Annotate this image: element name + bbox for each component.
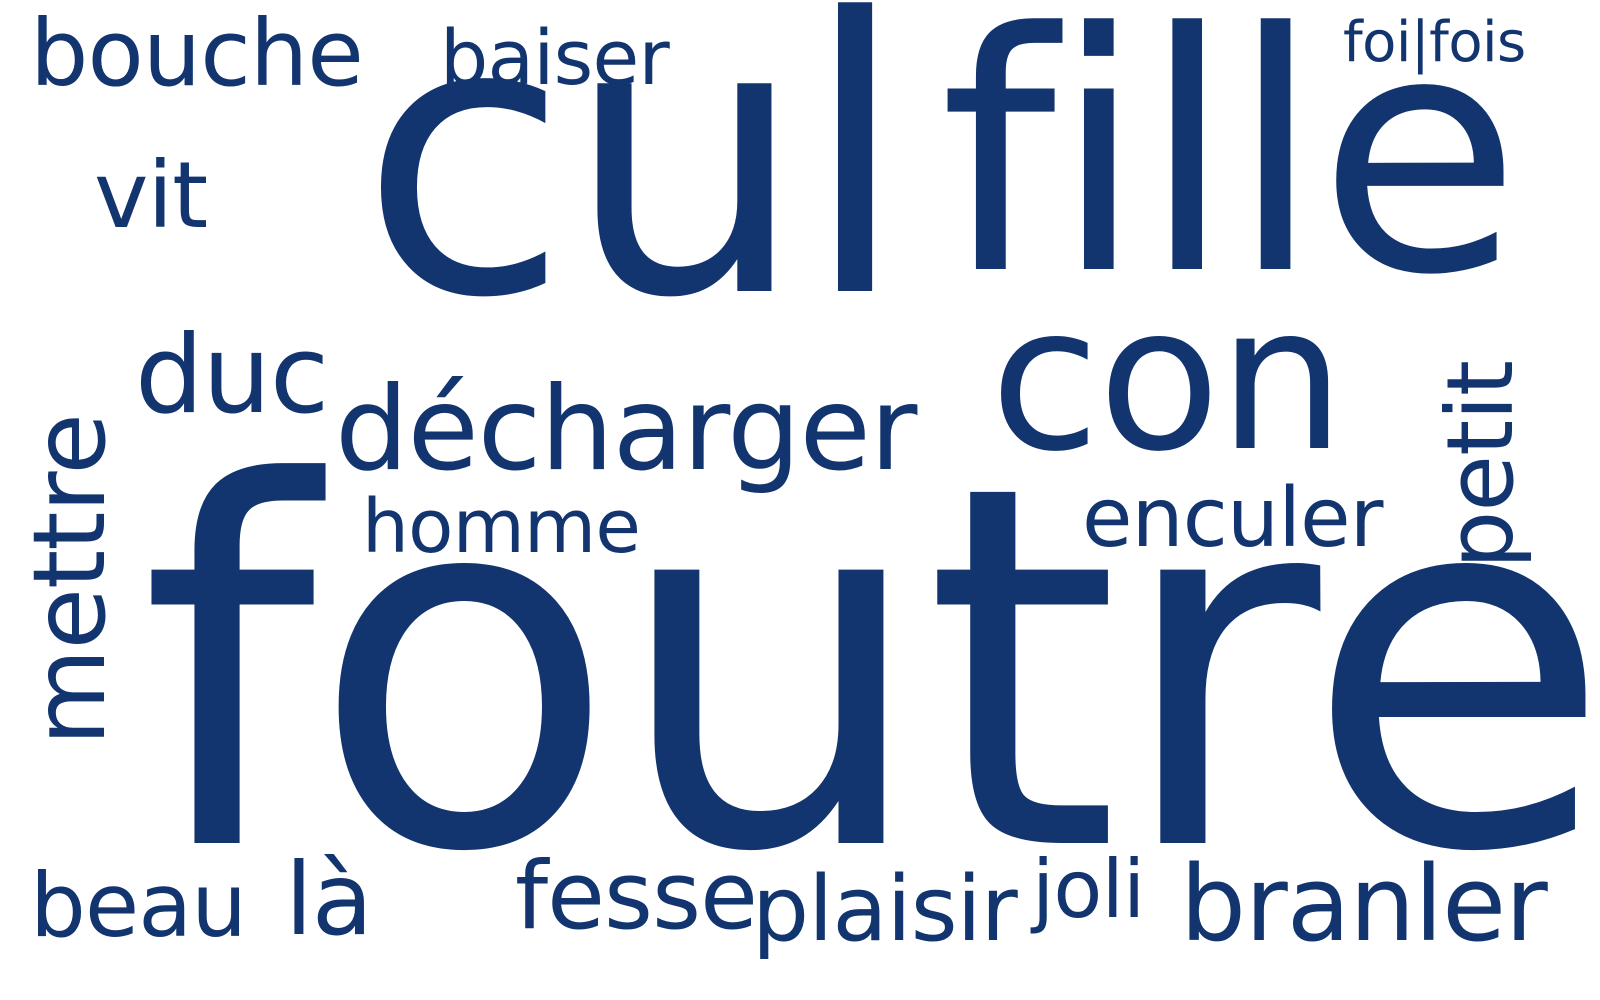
word-vit: vit: [94, 142, 208, 249]
word-branler: branler: [1180, 843, 1548, 965]
word-cul: cul: [360, 0, 908, 381]
word-plaisir: plaisir: [752, 857, 1018, 962]
word-mettre: mettre: [11, 414, 128, 746]
word-beau: beau: [30, 854, 247, 957]
word-cloud: bouche baiser foi|fois vit cul fille con…: [0, 0, 1600, 1000]
word-la: là: [285, 841, 373, 958]
word-bouche: bouche: [30, 0, 364, 107]
word-fesse: fesse: [515, 842, 758, 951]
word-joli: joli: [1032, 843, 1145, 936]
